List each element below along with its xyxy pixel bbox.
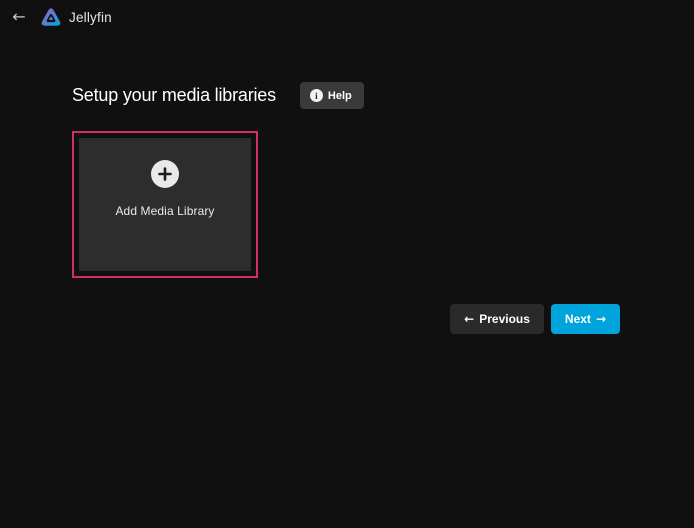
- next-button[interactable]: Next →: [551, 304, 620, 334]
- previous-button-label: Previous: [479, 312, 530, 326]
- wizard-nav: ← Previous Next →: [72, 304, 620, 334]
- info-icon: i: [310, 89, 323, 102]
- back-button[interactable]: ←: [6, 4, 32, 30]
- app-title: Jellyfin: [69, 10, 112, 25]
- arrow-left-icon: ←: [464, 312, 474, 326]
- title-row: Setup your media libraries i Help: [72, 82, 620, 109]
- brand: Jellyfin: [40, 6, 112, 28]
- help-button-label: Help: [328, 90, 352, 102]
- back-arrow-icon: ←: [12, 4, 25, 30]
- library-cards-row: Add Media Library: [72, 131, 620, 278]
- wizard-page: Setup your media libraries i Help Add Me…: [0, 82, 694, 334]
- app-header: ← Jellyfin: [0, 0, 694, 34]
- next-button-label: Next: [565, 312, 591, 326]
- add-media-library-label: Add Media Library: [115, 204, 214, 218]
- arrow-right-icon: →: [596, 312, 606, 326]
- focused-card-ring: Add Media Library: [72, 131, 258, 278]
- plus-icon: [151, 160, 179, 188]
- help-button[interactable]: i Help: [300, 82, 364, 109]
- previous-button[interactable]: ← Previous: [450, 304, 544, 334]
- jellyfin-logo-icon: [40, 6, 62, 28]
- add-media-library-card[interactable]: Add Media Library: [79, 138, 251, 271]
- page-title: Setup your media libraries: [72, 85, 276, 106]
